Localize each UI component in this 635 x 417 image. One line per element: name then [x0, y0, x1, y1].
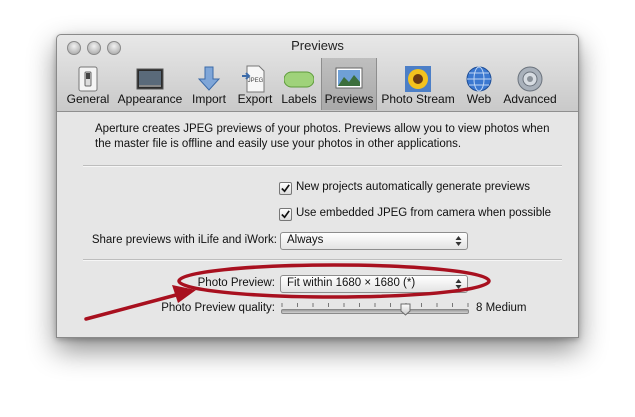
- checkmark-icon: [281, 210, 290, 219]
- divider: [83, 165, 562, 167]
- tab-previews-label: Previews: [324, 92, 374, 106]
- quality-slider-ticks: [281, 303, 469, 307]
- tab-web[interactable]: Web: [459, 60, 499, 108]
- photo-preview-popup[interactable]: Fit within 1680 × 1680 (*): [280, 275, 468, 293]
- tab-general-label: General: [66, 92, 110, 106]
- tab-previews[interactable]: Previews: [321, 58, 377, 110]
- tab-export-label: Export: [237, 92, 273, 106]
- share-previews-popup[interactable]: Always: [280, 232, 468, 250]
- sunflower-icon: [405, 66, 431, 92]
- tab-import-label: Import: [191, 92, 226, 106]
- checkmark-icon: [281, 184, 290, 193]
- popup-arrows-icon: [455, 236, 462, 246]
- divider: [83, 259, 562, 261]
- tab-photo-stream[interactable]: Photo Stream: [379, 60, 457, 108]
- embedded-jpeg-label: Use embedded JPEG from camera when possi…: [296, 207, 552, 219]
- quality-slider-track[interactable]: [281, 309, 469, 314]
- photo-preview-label: Photo Preview:: [197, 277, 275, 289]
- popup-arrows-icon: [455, 279, 462, 289]
- monitor-icon: [136, 68, 164, 90]
- tab-import[interactable]: Import: [187, 60, 231, 108]
- window-title: Previews: [291, 38, 344, 53]
- tab-appearance-label: Appearance: [117, 92, 183, 106]
- photo-preview-value: Fit within 1680 × 1680 (*): [287, 277, 416, 289]
- auto-generate-checkbox[interactable]: [279, 182, 292, 195]
- tab-labels-label: Labels: [281, 92, 317, 106]
- share-previews-value: Always: [287, 234, 324, 246]
- globe-icon: [466, 66, 492, 92]
- tab-web-label: Web: [466, 92, 492, 106]
- tab-appearance[interactable]: Appearance: [115, 60, 185, 108]
- photo-preview-quality-label: Photo Preview quality:: [161, 302, 275, 314]
- quality-slider-thumb[interactable]: [400, 303, 411, 316]
- description-text: Aperture creates JPEG previews of your p…: [95, 123, 550, 150]
- tab-export[interactable]: JPEG Export: [233, 60, 277, 108]
- quality-value-text: 8 Medium: [476, 302, 527, 314]
- tab-labels[interactable]: Labels: [279, 60, 319, 108]
- import-arrow-icon: [197, 66, 221, 91]
- share-previews-label: Share previews with iLife and iWork:: [91, 234, 277, 246]
- switch-icon: [78, 66, 98, 92]
- title-bar: Previews General Appearance Import JPEG …: [57, 35, 578, 112]
- label-pill-icon: [284, 71, 314, 88]
- jpeg-document-icon: JPEG: [242, 65, 265, 93]
- gear-icon: [517, 66, 543, 92]
- tab-advanced-label: Advanced: [503, 92, 557, 106]
- tab-general[interactable]: General: [63, 60, 113, 108]
- embedded-jpeg-checkbox[interactable]: [279, 208, 292, 221]
- tab-advanced[interactable]: Advanced: [501, 60, 559, 108]
- landscape-photo-icon: [335, 67, 363, 89]
- tab-photo-stream-label: Photo Stream: [381, 92, 455, 106]
- auto-generate-label: New projects automatically generate prev…: [296, 181, 530, 193]
- svg-text:JPEG: JPEG: [248, 78, 264, 84]
- preferences-window: Previews General Appearance Import JPEG …: [56, 34, 579, 338]
